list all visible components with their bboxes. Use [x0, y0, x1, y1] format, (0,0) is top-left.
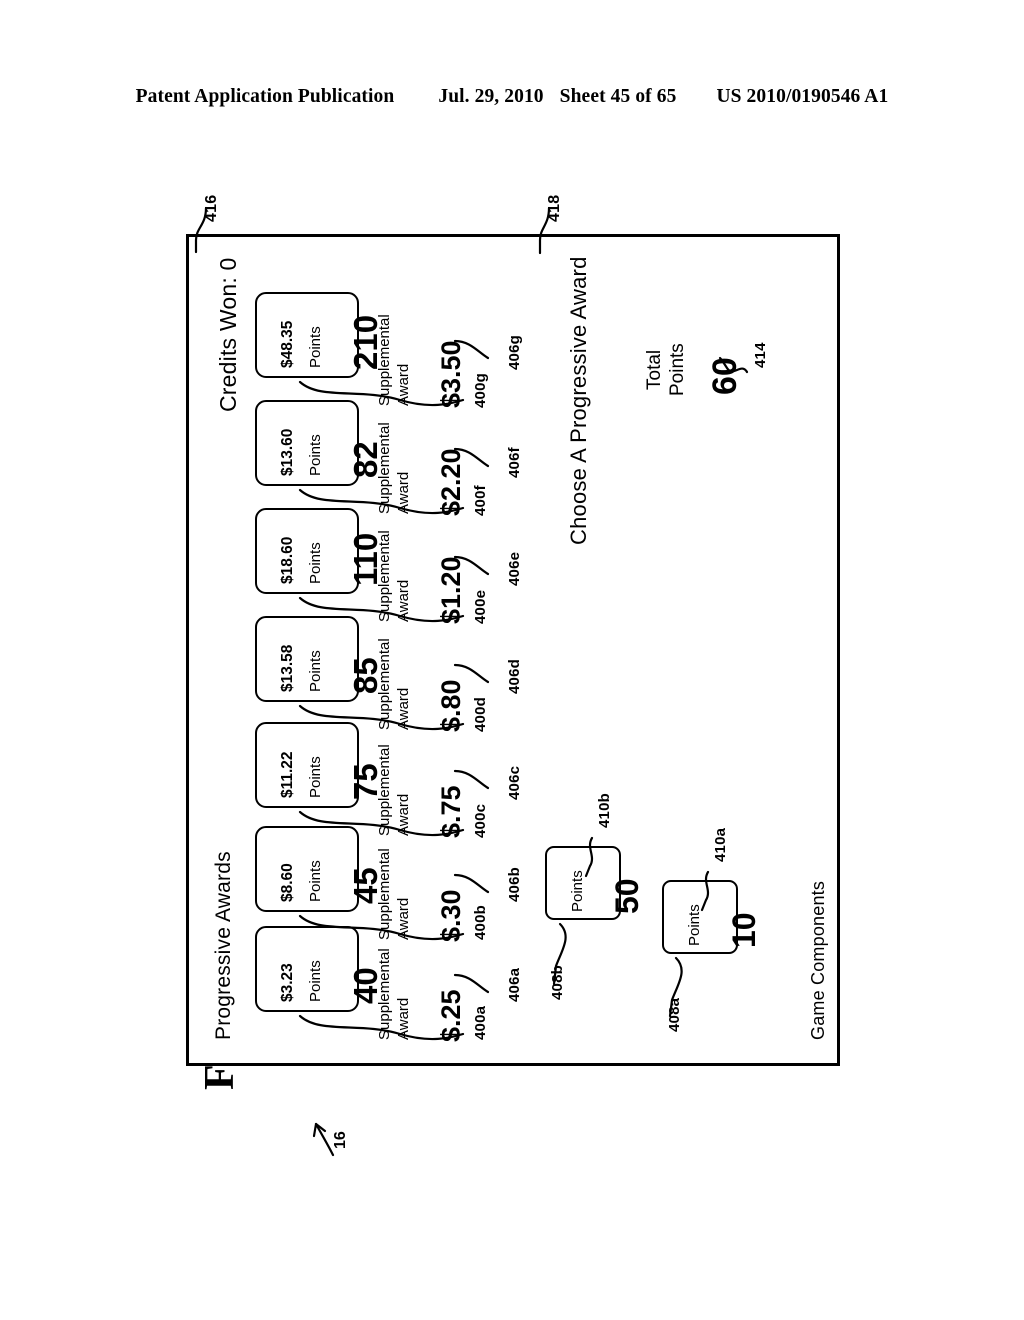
total-points-line2: Points — [667, 343, 688, 396]
progressive-award-box-e[interactable]: $18.60 Points 110 — [255, 508, 384, 594]
progressive-award-box-d[interactable]: $13.58 Points 85 — [255, 616, 384, 702]
ref-406b: 406b — [506, 867, 523, 902]
progressive-awards-title: Progressive Awards — [212, 851, 235, 1040]
progressive-award-box-b[interactable]: $8.60 Points 45 — [255, 826, 384, 912]
award-points-label-d: Points — [307, 650, 324, 692]
award-points-label-c: Points — [307, 756, 324, 798]
patent-number: US 2010/0190546 A1 — [716, 86, 889, 107]
ref-406g: 406g — [506, 335, 523, 370]
supplemental-value-a: $.25 — [436, 989, 466, 1042]
page-header: Patent Application Publication Jul. 29, … — [0, 86, 1024, 108]
award-points-label-b: Points — [307, 860, 324, 902]
award-amount-b: $8.60 — [279, 863, 296, 902]
progressive-award-box-g[interactable]: $48.35 Points 210 — [255, 292, 384, 378]
ref-410b: 410b — [596, 793, 613, 828]
ref-408a: 408a — [666, 997, 683, 1032]
device-callout: 16 — [300, 1131, 420, 1205]
award-amount-d: $13.58 — [279, 644, 296, 692]
ref-406f: 406f — [506, 447, 523, 478]
supplemental-line1-e: Supplemental — [376, 530, 393, 622]
award-points-label-f: Points — [307, 434, 324, 476]
total-points-line1: Total — [644, 349, 665, 390]
ref-406c: 406c — [506, 765, 523, 800]
ref-414: 414 — [752, 342, 769, 368]
ref-406d: 406d — [506, 659, 523, 694]
supplemental-line1-f: Supplemental — [376, 422, 393, 514]
award-amount-f: $13.60 — [279, 428, 296, 476]
ref-410a: 410a — [712, 827, 729, 862]
game-components-title: Game Components — [808, 880, 828, 1040]
award-points-label-g: Points — [307, 326, 324, 368]
supplemental-line1-d: Supplemental — [376, 638, 393, 730]
device-ref-number: 16 — [332, 1131, 349, 1149]
progressive-award-box-a[interactable]: $3.23 Points 40 — [255, 926, 384, 1012]
ref-418: 418 — [546, 194, 563, 222]
award-points-label-a: Points — [307, 960, 324, 1002]
game-component-label-a: Points — [686, 904, 703, 946]
supplemental-line1-g: Supplemental — [376, 314, 393, 406]
award-amount-g: $48.35 — [279, 320, 296, 368]
ref-400a: 400a — [472, 1005, 489, 1040]
supplemental-line2-a: Award — [395, 997, 412, 1040]
game-component-box-b[interactable]: Points 50 — [545, 846, 645, 920]
award-amount-e: $18.60 — [279, 536, 296, 584]
credits-won-label: Credits Won: 0 — [215, 257, 241, 413]
game-component-box-a[interactable]: Points 10 — [662, 880, 762, 954]
game-component-label-b: Points — [569, 870, 586, 912]
ref-406a: 406a — [506, 967, 523, 1002]
award-amount-a: $3.23 — [279, 963, 296, 1002]
supplemental-line1-a: Supplemental — [376, 948, 393, 1040]
publication-label: Patent Application Publication — [135, 86, 395, 107]
award-amount-c: $11.22 — [279, 751, 296, 798]
ref-416: 416 — [203, 194, 220, 222]
award-points-label-e: Points — [307, 542, 324, 584]
ref-406e: 406e — [506, 551, 523, 586]
total-points-value: 60 — [706, 357, 744, 395]
progressive-award-box-c[interactable]: $11.22 Points 75 — [255, 722, 384, 808]
publication-date: Jul. 29, 2010 — [438, 86, 544, 107]
ref-408b: 408b — [549, 965, 566, 1000]
progressive-award-box-f[interactable]: $13.60 Points 82 — [255, 400, 384, 486]
game-component-value-b: 50 — [609, 878, 645, 914]
sheet-number: Sheet 45 of 65 — [559, 86, 677, 107]
game-component-value-a: 10 — [726, 912, 762, 948]
choose-progressive-prompt: Choose A Progressive Award — [566, 256, 591, 545]
